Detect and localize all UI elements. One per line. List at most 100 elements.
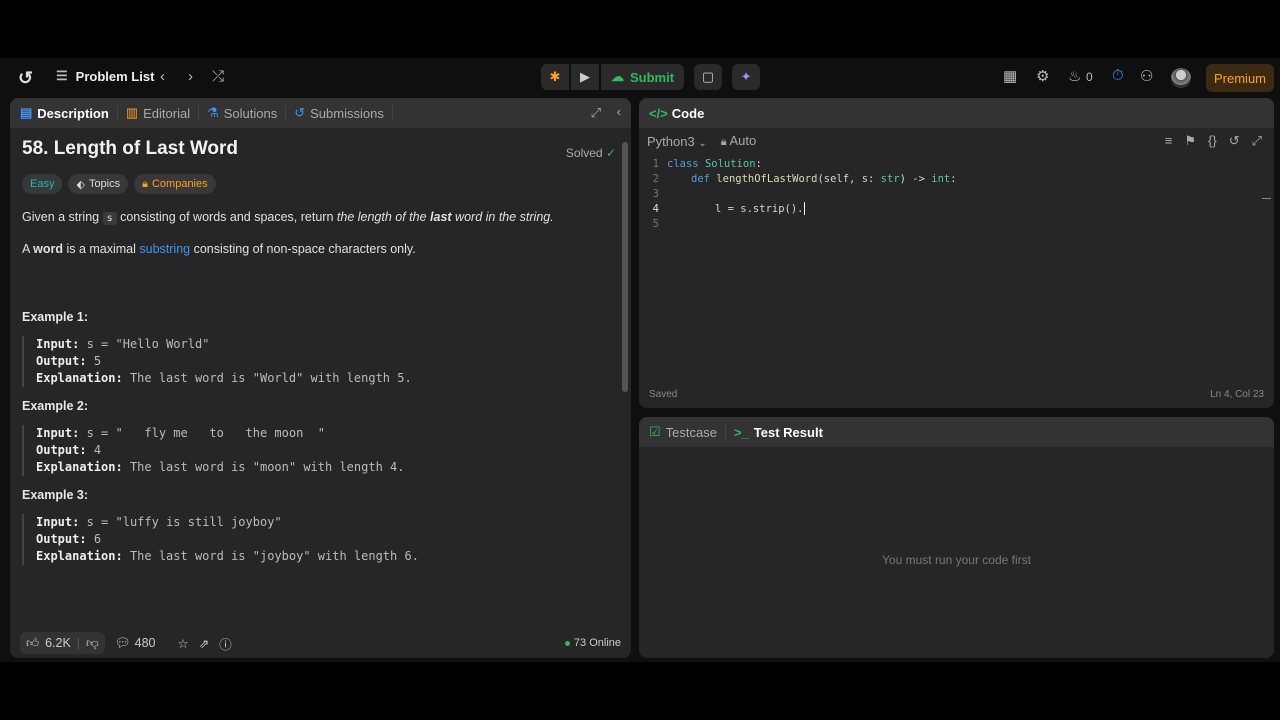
language-select[interactable]: Python3 ⌄	[647, 134, 707, 149]
text-cursor	[803, 202, 805, 215]
example-block: Input: s = "Hello World" Output: 5 Expla…	[22, 336, 612, 387]
code-toolbar: Python3 ⌄ 🔒︎ Auto ≡ ⚑ {} ↺ ⤢	[639, 128, 1274, 154]
tab-label: Submissions	[310, 105, 384, 121]
add-user-icon[interactable]: ⚇	[1140, 67, 1153, 85]
ai-button[interactable]: ✦	[732, 64, 761, 90]
debug-button[interactable]: ✱	[541, 64, 569, 90]
run-submit-group: ✱ ▶ ☁ Submit ▢ ✦	[541, 64, 761, 90]
description-footer: 👍︎ 6.2K | 👎︎ 💬︎ 480 ☆ ⇗ ⓘ 73 Online	[10, 628, 631, 658]
check-circle-icon: ✓	[605, 146, 616, 160]
output-value: 6	[93, 532, 102, 546]
text: Given a string	[22, 210, 103, 224]
run-button[interactable]: ▶	[571, 64, 599, 90]
text: the length of the	[336, 210, 431, 224]
example-block: Input: s = "luffy is still joyboy" Outpu…	[22, 514, 612, 565]
comment-count[interactable]: 480	[135, 636, 156, 650]
line-number: 1	[652, 157, 659, 170]
like-count: 6.2K	[45, 636, 71, 650]
prev-problem-icon[interactable]: ‹	[160, 68, 165, 85]
lock-icon: 🔒︎	[720, 136, 727, 148]
document-icon: ▤	[20, 105, 33, 120]
companies-tag[interactable]: 🔒︎ Companies	[134, 174, 216, 194]
streak-fire-icon[interactable]: ♨	[1068, 67, 1081, 85]
difficulty-tag[interactable]: Easy	[22, 174, 63, 194]
star-icon[interactable]: ☆	[177, 636, 188, 651]
app-frame: ↺ ☰ Problem List ‹ › ⤮ ✱ ▶ ☁ Submit ▢ ✦ …	[0, 58, 1280, 662]
example-heading: Example 2:	[22, 399, 89, 413]
result-panel: ☑ Testcase >_ Test Result You must run y…	[639, 417, 1274, 658]
shuffle-icon[interactable]: ⤮	[212, 68, 224, 85]
output-label: Output:	[36, 532, 87, 546]
premium-button[interactable]: Premium	[1206, 64, 1275, 92]
next-problem-icon[interactable]: ›	[188, 68, 193, 85]
text: A	[22, 242, 34, 256]
help-icon[interactable]: ⓘ	[219, 634, 232, 653]
play-icon: ▶	[580, 69, 590, 84]
problem-statement: Given a string s consisting of words and…	[22, 208, 612, 228]
avatar[interactable]	[1171, 68, 1191, 88]
text: consisting of words and spaces, return	[116, 210, 337, 224]
tag-row: Easy ⬖ Topics 🔒︎ Companies	[22, 174, 612, 194]
tab-label: Solutions	[223, 105, 278, 121]
output-value: 5	[93, 354, 102, 368]
gear-icon[interactable]: ⚙	[1036, 67, 1049, 85]
tab-test-result[interactable]: >_ Test Result	[734, 425, 831, 440]
history-icon: ↺	[294, 105, 306, 120]
tab-solutions[interactable]: ⚗ Solutions	[207, 105, 287, 121]
reset-icon[interactable]: ↺	[1229, 133, 1240, 149]
notes-button[interactable]: ▢	[694, 64, 723, 90]
layout-icon[interactable]: ▦	[1003, 67, 1017, 85]
line-number: 4	[652, 202, 659, 215]
collapse-icon[interactable]: ‹	[617, 104, 621, 119]
example-3: Example 3: Input: s = "luffy is still jo…	[22, 488, 612, 565]
flask-icon: ⚗	[207, 105, 219, 120]
tab-description[interactable]: ▤ Description	[20, 105, 118, 121]
line-number: 5	[652, 217, 659, 230]
problem-list-button[interactable]: ☰ Problem List	[56, 68, 154, 84]
tab-testcase[interactable]: ☑ Testcase	[649, 424, 726, 440]
explanation-label: Explanation:	[36, 549, 123, 563]
text: word in the string.	[451, 210, 554, 224]
timer-icon[interactable]: ⏱	[1112, 67, 1124, 84]
substring-link[interactable]: substring	[139, 242, 190, 256]
topics-tag[interactable]: ⬖ Topics	[68, 174, 129, 194]
editor-scroll-marker	[1262, 198, 1271, 199]
tab-label: Description	[37, 105, 109, 121]
thumbs-down-icon[interactable]: 👎︎	[86, 636, 99, 651]
submit-button[interactable]: ☁ Submit	[601, 64, 685, 90]
description-scrollbar[interactable]	[619, 128, 631, 628]
bug-icon: ✱	[549, 69, 561, 84]
leetcode-logo-icon[interactable]: ↺	[18, 68, 36, 88]
scroll-thumb[interactable]	[622, 142, 628, 392]
input-value: s = " fly me to the moon "	[86, 426, 326, 440]
tab-submissions[interactable]: ↺ Submissions	[294, 105, 393, 121]
code-header: </> Code	[639, 98, 1274, 128]
explanation-value: The last word is "moon" with length 4.	[129, 460, 405, 474]
example-heading: Example 3:	[22, 488, 89, 502]
premium-label: Premium	[1214, 70, 1267, 86]
output-value: 4	[93, 443, 102, 457]
share-icon[interactable]: ⇗	[199, 636, 209, 651]
maximize-icon[interactable]: ⤢	[591, 105, 601, 121]
braces-icon[interactable]: {}	[1208, 133, 1217, 149]
problem-list-label: Problem List	[75, 68, 155, 84]
code-editor[interactable]: 1 class Solution: 2 def lengthOfLastWord (s…	[639, 156, 1262, 378]
companies-label: Companies	[151, 178, 208, 190]
online-count: 73 Online	[573, 637, 621, 649]
auto-toggle[interactable]: 🔒︎ Auto	[721, 133, 757, 149]
text: is a maximal	[62, 242, 140, 256]
tab-editorial[interactable]: ▥ Editorial	[126, 105, 200, 121]
difficulty-label: Easy	[30, 178, 55, 190]
tab-label: Editorial	[143, 105, 191, 121]
example-1: Example 1: Input: s = "Hello World" Outp…	[22, 310, 612, 387]
fullscreen-icon[interactable]: ⤢	[1252, 133, 1262, 149]
bookmark-icon[interactable]: ⚑	[1184, 133, 1196, 149]
input-label: Input:	[36, 337, 80, 351]
topics-label: Topics	[88, 178, 121, 190]
format-icon[interactable]: ≡	[1165, 133, 1173, 149]
output-label: Output:	[36, 354, 87, 368]
word-definition: A word is a maximal substring consisting…	[22, 240, 612, 258]
thumbs-up-icon[interactable]: 👍︎	[26, 636, 39, 651]
result-tabs: ☑ Testcase >_ Test Result	[639, 417, 1274, 447]
comment-icon[interactable]: 💬︎	[115, 636, 131, 651]
